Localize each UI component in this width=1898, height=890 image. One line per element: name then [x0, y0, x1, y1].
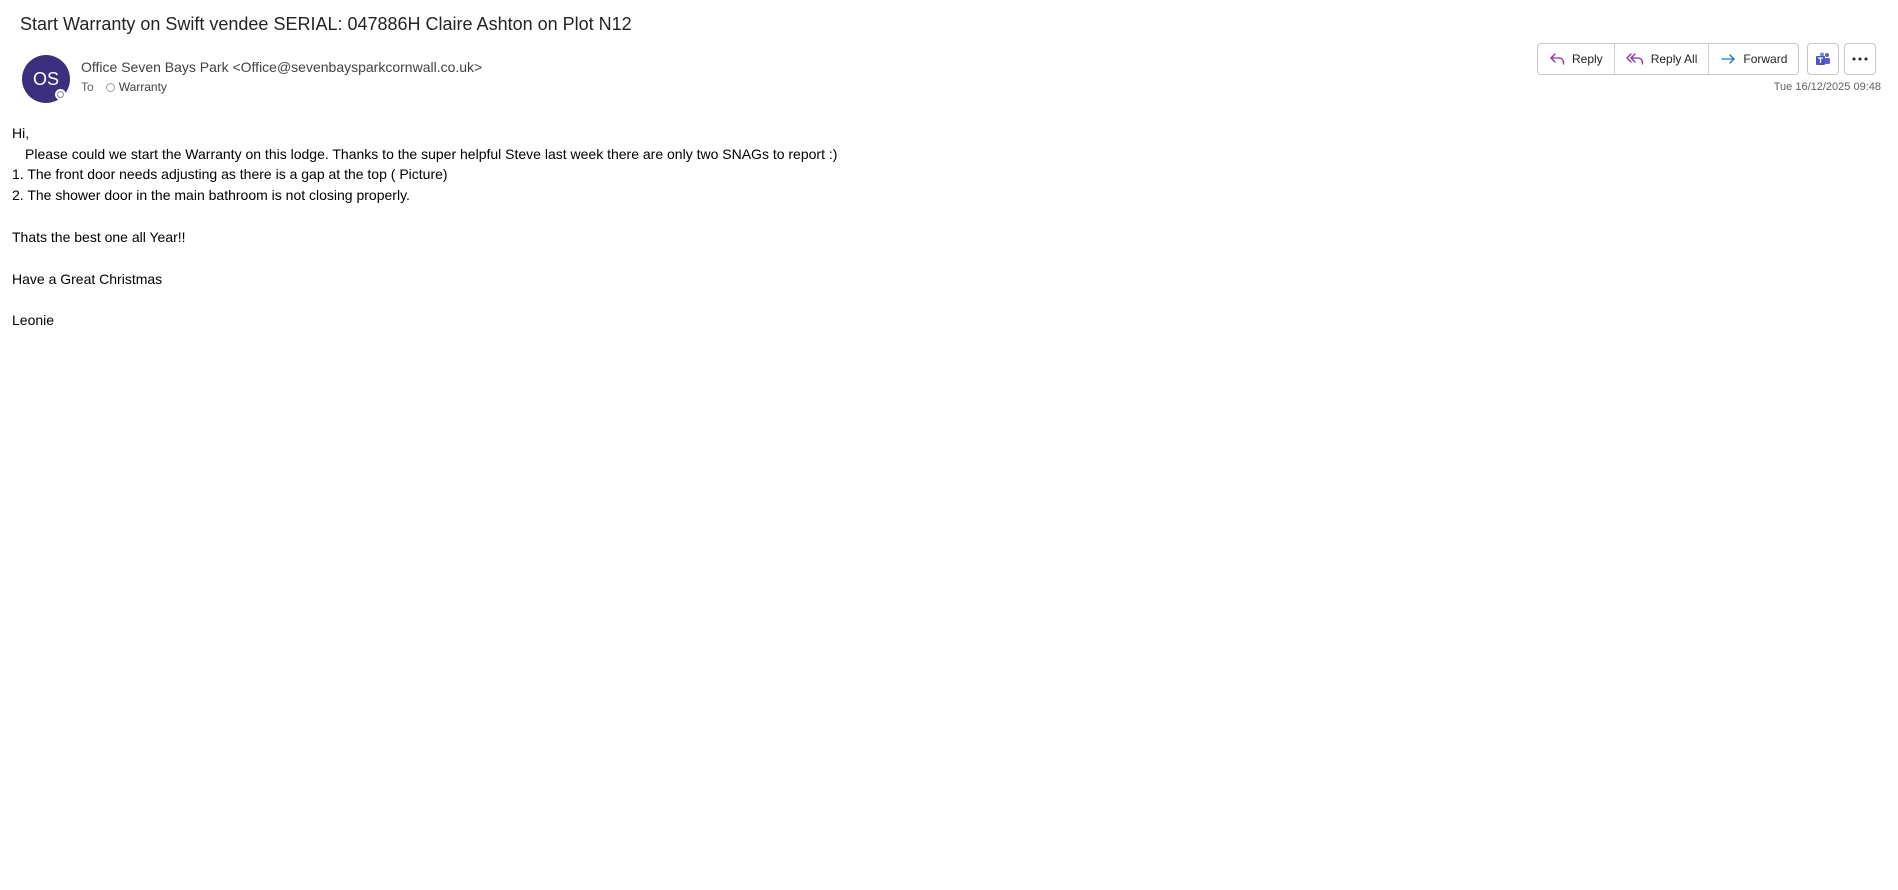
recipient-status-icon	[105, 82, 115, 92]
email-subject: Start Warranty on Swift vendee SERIAL: 0…	[20, 14, 632, 34]
teams-icon	[1816, 52, 1830, 65]
greeting: Hi,	[12, 125, 30, 141]
teams-button[interactable]	[1807, 43, 1839, 75]
sent-date: Tue 16/12/2025 09:48	[1773, 81, 1881, 93]
closing-line: Have a Great Christmas	[12, 270, 163, 287]
recipient-warranty[interactable]: Warranty	[119, 80, 167, 94]
presence-status-icon	[55, 89, 66, 100]
forward-button[interactable]: Forward	[1709, 44, 1798, 74]
reply-label: Reply	[1572, 52, 1603, 66]
more-icon	[1852, 57, 1868, 61]
more-options-button[interactable]	[1844, 43, 1876, 75]
reply-all-button[interactable]: Reply All	[1615, 44, 1710, 74]
snag-item-2: 2. The shower door in the main bathroom …	[12, 187, 410, 204]
forward-label: Forward	[1743, 52, 1788, 66]
body-paragraph-2: Thats the best one all Year!!	[12, 228, 186, 245]
reply-icon	[1550, 53, 1565, 65]
recipients-row: To Warranty	[81, 80, 167, 94]
reply-all-icon	[1626, 53, 1643, 65]
reply-all-label: Reply All	[1650, 52, 1698, 66]
to-label: To	[81, 80, 94, 94]
avatar-initials: OS	[32, 68, 59, 89]
reply-actions-group: Reply Reply All Forward	[1537, 43, 1800, 75]
snag-item-1: 1. The front door needs adjusting as the…	[12, 166, 448, 183]
forward-icon	[1721, 54, 1736, 64]
sender[interactable]: Office Seven Bays Park <Office@sevenbays…	[81, 59, 482, 75]
signature: Leonie	[12, 312, 55, 329]
email-body: Hi, Please could we start the Warranty o…	[12, 123, 837, 331]
reply-button[interactable]: Reply	[1538, 44, 1615, 74]
body-paragraph: Please could we start the Warranty on th…	[25, 145, 838, 162]
